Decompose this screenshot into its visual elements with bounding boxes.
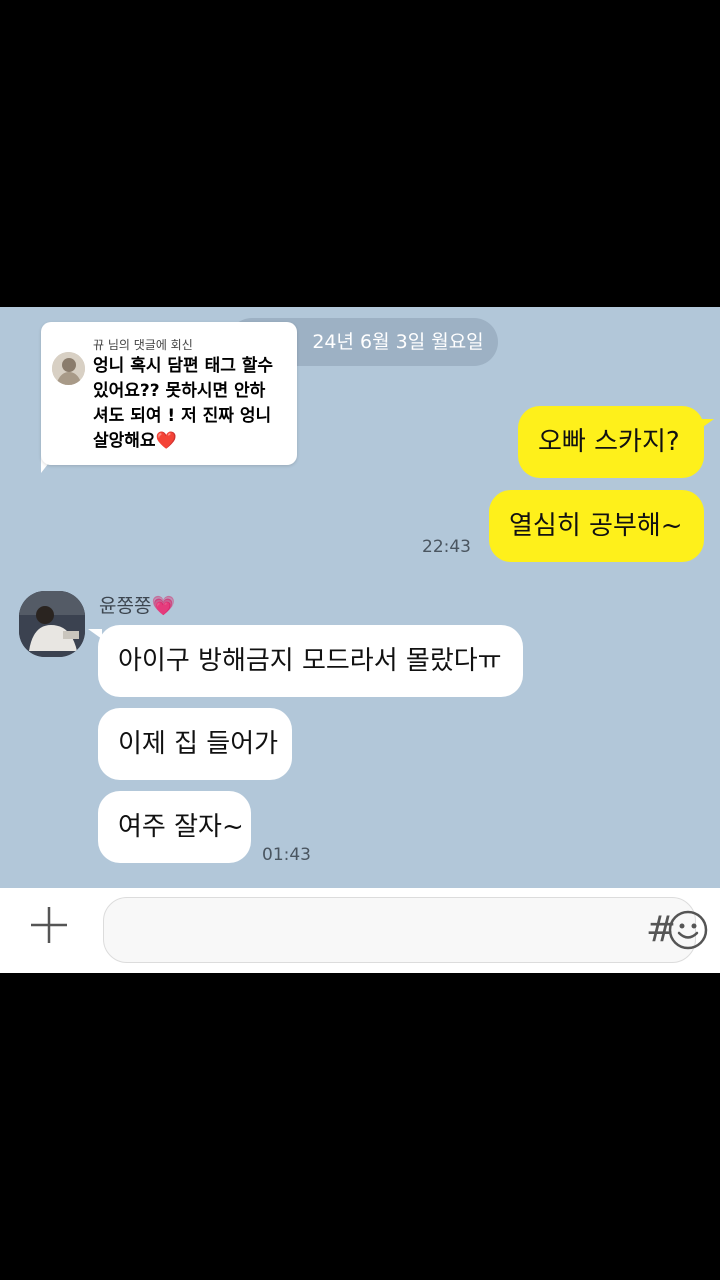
red-heart-icon: ❤️: [155, 431, 177, 451]
message-time: 22:43: [422, 537, 471, 557]
plus-icon[interactable]: [28, 904, 70, 946]
my-message-bubble[interactable]: 열심히 공부해~: [489, 490, 704, 562]
message-input-bar: #: [0, 888, 720, 973]
their-message-bubble[interactable]: 여주 잘자~: [98, 791, 251, 863]
commenter-avatar: [52, 352, 85, 385]
hash-icon[interactable]: #: [641, 906, 681, 954]
their-message-bubble[interactable]: 아이구 방해금지 모드라서 몰랐다ㅠ: [98, 625, 523, 697]
sender-avatar[interactable]: [19, 591, 85, 657]
sender-name-text: 윤쫑쫑: [99, 595, 152, 617]
pink-heart-icon: 💗: [151, 595, 176, 617]
comment-reply-card[interactable]: 뀨 님의 댓글에 회신 엉니 혹시 담편 태그 할수 있어요?? 못하시면 안하…: [41, 322, 297, 465]
date-label: 24년 6월 3일 월요일: [312, 331, 484, 353]
avatar-photo: [19, 591, 85, 657]
reply-header: 뀨 님의 댓글에 회신: [93, 338, 193, 352]
commenter-photo: [52, 352, 85, 385]
reply-text: 엉니 혹시 담편 태그 할수 있어요?? 못하시면 안하 셔도 되여 ! 저 진…: [93, 354, 293, 454]
reply-text-body: 엉니 혹시 담편 태그 할수 있어요?? 못하시면 안하 셔도 되여 ! 저 진…: [93, 356, 274, 451]
sender-name: 윤쫑쫑💗: [99, 591, 175, 618]
message-input[interactable]: #: [103, 897, 708, 963]
bubble-tail: [700, 419, 714, 429]
my-message-bubble[interactable]: 오빠 스카지?: [518, 406, 704, 478]
their-message-bubble[interactable]: 이제 집 들어가: [98, 708, 292, 780]
message-time: 01:43: [262, 845, 311, 865]
